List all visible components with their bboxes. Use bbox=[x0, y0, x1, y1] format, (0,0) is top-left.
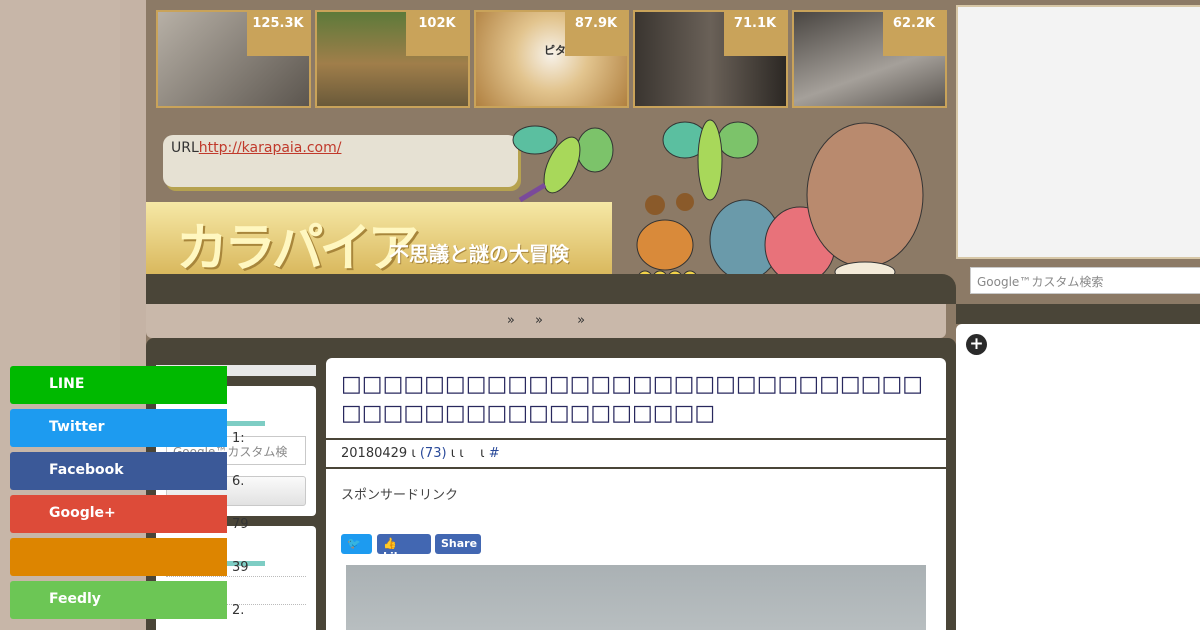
share-label: Twitter bbox=[10, 409, 227, 447]
url-label: URL bbox=[171, 140, 199, 156]
share-count: 1: bbox=[232, 431, 245, 446]
share-count: 39 bbox=[232, 560, 249, 575]
facebook-like-button[interactable]: 👍 Like bbox=[377, 534, 431, 563]
breadcrumb: » » » bbox=[146, 304, 946, 338]
share-label bbox=[10, 538, 227, 576]
left-gutter bbox=[120, 0, 146, 630]
share-label: Google+ bbox=[10, 495, 227, 533]
view-count-badge: 71.1K bbox=[724, 12, 786, 56]
share-label: LINE bbox=[10, 366, 227, 404]
share-label: Feedly bbox=[10, 581, 227, 619]
comment-count-link[interactable]: (73) bbox=[420, 446, 447, 461]
meta-marker: ι bbox=[411, 446, 416, 461]
site-logo[interactable]: カラパイア 不思議と謎の大冒険 bbox=[146, 202, 612, 279]
article-meta: 20180429 ι (73) ι ι ι # bbox=[326, 438, 946, 469]
share-twitter-button[interactable]: Twitter 1: bbox=[10, 409, 250, 447]
share-line-button[interactable]: LINE bbox=[10, 366, 250, 404]
mascot-group-icon bbox=[636, 119, 924, 286]
breadcrumb-separator: » bbox=[535, 313, 543, 328]
share-panel: + bbox=[956, 324, 1200, 630]
header-divider bbox=[146, 274, 956, 304]
plus-icon[interactable]: + bbox=[966, 334, 987, 355]
popular-thumbnail-2[interactable]: 102K bbox=[315, 10, 470, 108]
meta-marker: ι bbox=[480, 446, 485, 461]
share-googleplus-button[interactable]: Google+ 79 bbox=[10, 495, 250, 533]
logo-title: カラパイア bbox=[176, 219, 419, 279]
share-label: Facebook bbox=[10, 452, 227, 490]
share-hatena-button[interactable]: 39 bbox=[10, 538, 250, 576]
breadcrumb-separator: » bbox=[577, 313, 586, 328]
popular-thumbnail-4[interactable]: 71.1K bbox=[633, 10, 788, 108]
view-count-badge: 125.3K bbox=[247, 12, 309, 56]
article-date: 20180429 bbox=[341, 446, 408, 461]
url-speech-bubble: URLhttp://karapaia.com/ bbox=[163, 135, 518, 187]
share-feedly-button[interactable]: Feedly 2. bbox=[10, 581, 250, 619]
view-count-badge: 87.9K bbox=[565, 12, 627, 56]
right-divider bbox=[956, 304, 1200, 324]
twitter-bird-icon: 🐦 bbox=[347, 537, 361, 550]
view-count-badge: 102K bbox=[406, 12, 468, 56]
breadcrumb-separator: » bbox=[506, 313, 515, 328]
hash-link[interactable]: # bbox=[489, 446, 500, 461]
tweet-button[interactable]: 🐦 bbox=[341, 534, 372, 554]
popular-thumbnail-3[interactable]: ピタ～ 87.9K bbox=[474, 10, 629, 108]
popular-thumbnail-5[interactable]: 62.2K bbox=[792, 10, 947, 108]
article-panel: □□□□□□□□□□□□□□□□□□□□□□□□□□□□□□□□□□□□□□□□… bbox=[326, 358, 946, 630]
sponsored-link-label: スポンサードリンク bbox=[341, 488, 459, 503]
popular-thumbnail-1[interactable]: 125.3K bbox=[156, 10, 311, 108]
share-count: 2. bbox=[232, 603, 245, 618]
share-facebook-button[interactable]: Facebook 6. bbox=[10, 452, 250, 490]
header-search-input[interactable]: Google™カスタム検索 bbox=[970, 267, 1200, 294]
advertisement-box bbox=[956, 5, 1200, 259]
site-url-link[interactable]: http://karapaia.com/ bbox=[199, 140, 342, 156]
logo-subtitle: 不思議と謎の大冒険 bbox=[389, 242, 569, 266]
share-count: 6. bbox=[232, 474, 245, 489]
article-title[interactable]: □□□□□□□□□□□□□□□□□□□□□□□□□□□□□□□□□□□□□□□□… bbox=[341, 370, 931, 428]
list-divider bbox=[166, 576, 306, 577]
butterfly-mascot-icon bbox=[512, 125, 614, 203]
meta-marker: ι ι bbox=[450, 446, 464, 461]
article-image bbox=[346, 565, 926, 630]
facebook-share-button[interactable]: Share bbox=[435, 534, 481, 554]
view-count-badge: 62.2K bbox=[883, 12, 945, 56]
share-count: 79 bbox=[232, 517, 249, 532]
